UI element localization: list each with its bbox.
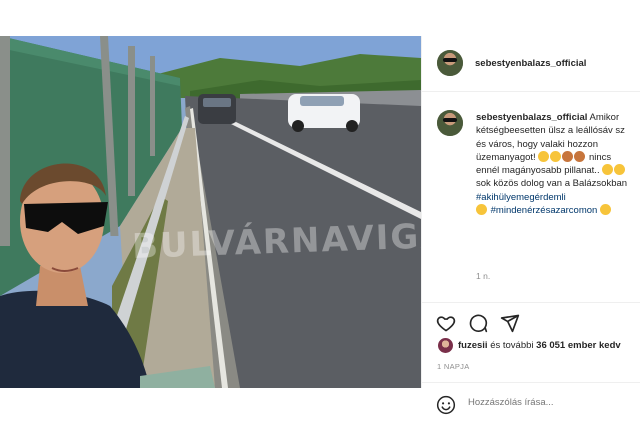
comment-icon[interactable] [468,313,488,333]
instagram-post-frame: BULVÁRNAVIGÁTOR sebestyenbalazs_official… [0,0,640,416]
heart-icon[interactable] [436,313,456,333]
liker-username[interactable]: fuzesii [458,340,488,351]
hashtag-link[interactable]: #akihülyemegérdemli [476,192,566,203]
hashtag-link[interactable]: #mindenérzésazarcomon [491,205,598,216]
emoji-monkey-icon [574,150,586,162]
emoji-monkey-icon [562,150,574,162]
caption-text-5: nincs [588,151,612,163]
emoji-smile-icon [614,164,626,176]
send-icon[interactable] [500,313,520,333]
likes-connector: és további [490,340,534,351]
comment-box [422,382,640,424]
avatar[interactable] [437,50,463,76]
emoji-smile-icon [476,204,487,216]
caption-text-6: ennél magányosabb pillanat.. [476,165,600,177]
emoji-smile-icon [602,164,614,176]
post-caption: sebestyenbalazs_official Amikor kétségbe… [476,111,640,217]
caption-text-7: sok közös dolog van a Balázsokban [476,178,628,190]
likes-count[interactable]: 36 051 [536,340,565,351]
emoji-smile-icon [538,150,550,162]
liker-avatar [438,338,453,353]
post-header: sebestyenbalazs_official [422,36,640,92]
emoji-laugh-icon [599,204,611,216]
post-photo-image [0,36,421,388]
likes-summary[interactable]: fuzesii és további 36 051 ember kedv [436,338,640,354]
caption-avatar[interactable] [437,110,463,136]
post-sidebar: sebestyenbalazs_official sebestyenbalazs… [421,36,640,415]
post-photo[interactable]: BULVÁRNAVIGÁTOR [0,36,421,388]
caption-username[interactable]: sebestyenbalazs_official [476,112,587,123]
likes-suffix: ember kedv [567,340,621,351]
caption-text-1: Amikor [589,112,620,123]
emoji-laugh-icon [550,150,562,162]
smile-icon[interactable] [436,395,456,415]
caption-text-3: és város, hogy valaki hozzon [476,138,598,150]
post-time-ago: 1 n. [476,271,491,281]
post-date: 1 NAPJA [437,362,470,371]
caption-text-2: kétségbeesetten ülsz a leállósáv sz [476,125,625,137]
caption-text-4: üzemanyagot! [476,151,536,163]
header-username[interactable]: sebestyenbalazs_official [475,58,586,69]
action-bar [422,302,640,333]
comment-input[interactable] [468,397,628,408]
